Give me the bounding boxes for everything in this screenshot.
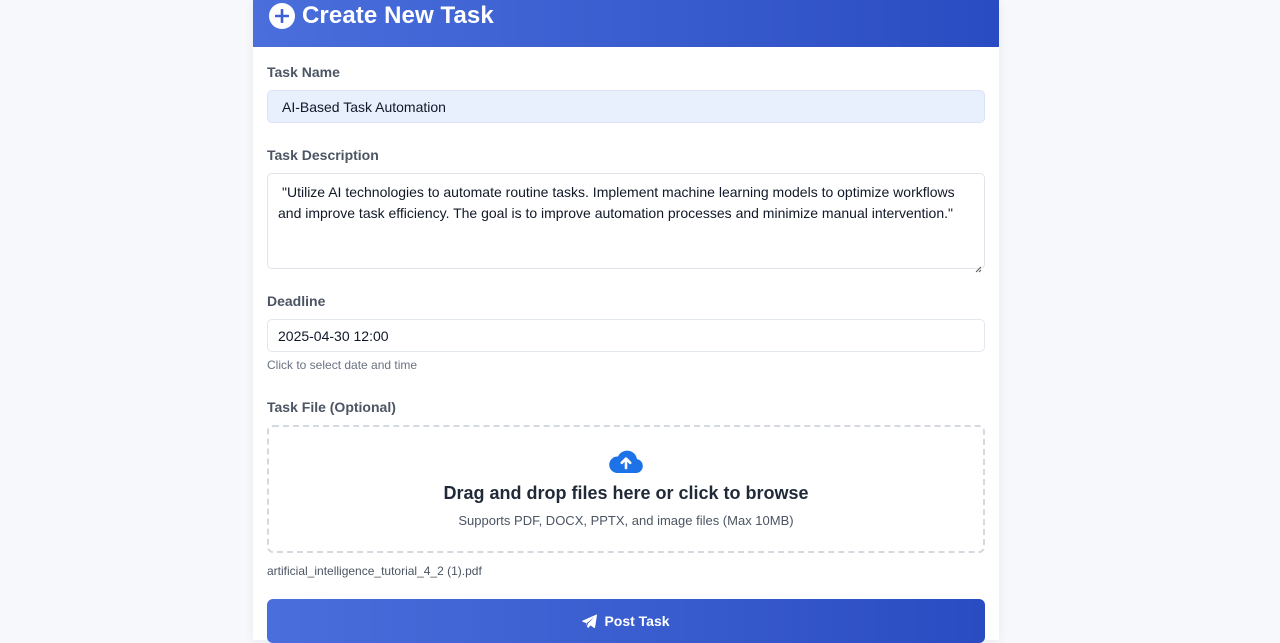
task-name-label: Task Name [267, 64, 340, 80]
page-title: Create New Task [302, 1, 494, 29]
cloud-upload-icon [608, 448, 644, 474]
task-name-input[interactable]: AI-Based Task Automation [267, 90, 985, 123]
dropzone-title: Drag and drop files here or click to bro… [443, 483, 809, 503]
task-description-value: "Utilize AI technologies to automate rou… [278, 184, 955, 221]
plus-circle-icon [269, 2, 295, 29]
post-task-label: Post Task [604, 613, 670, 629]
deadline-value: 2025-04-30 12:00 [278, 327, 389, 344]
create-task-card: Create New Task Task Name AI-Based Task … [253, 0, 999, 643]
dropzone-subtitle: Supports PDF, DOCX, PPTX, and image file… [458, 513, 794, 528]
paper-plane-icon [582, 613, 604, 629]
task-file-label: Task File (Optional) [267, 399, 396, 415]
post-task-button[interactable]: Post Task [267, 599, 985, 643]
deadline-hint: Click to select date and time [267, 358, 418, 372]
file-dropzone[interactable]: Drag and drop files here or click to bro… [267, 425, 985, 553]
task-description-textarea[interactable]: "Utilize AI technologies to automate rou… [267, 173, 985, 273]
task-description-label: Task Description [267, 147, 379, 163]
selected-file-name: artificial_intelligence_tutorial_4_2 (1)… [267, 564, 482, 578]
post-task-button-content: Post Task [582, 613, 670, 629]
card-header: Create New Task [253, 0, 999, 47]
resize-handle-icon[interactable] [974, 258, 982, 273]
deadline-input[interactable]: 2025-04-30 12:00 [267, 319, 985, 352]
task-form: Task Name AI-Based Task Automation Task … [253, 47, 999, 643]
task-name-value: AI-Based Task Automation [282, 98, 446, 115]
deadline-label: Deadline [267, 293, 326, 309]
